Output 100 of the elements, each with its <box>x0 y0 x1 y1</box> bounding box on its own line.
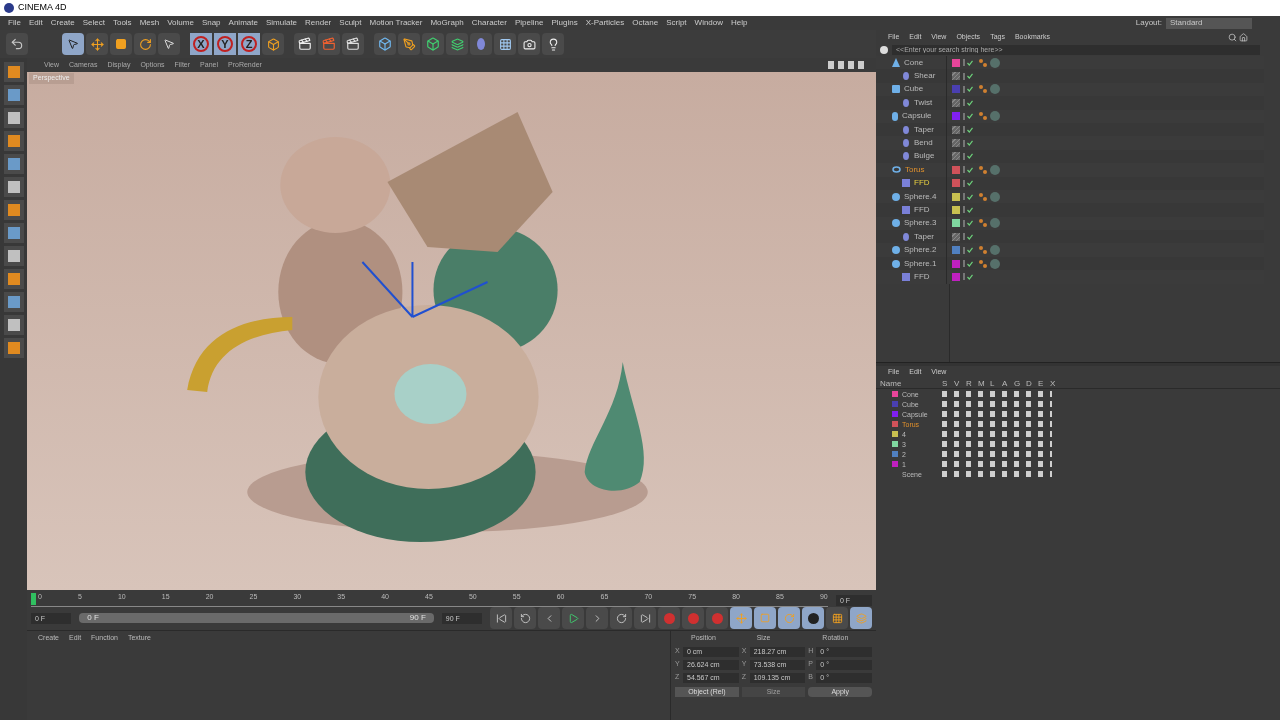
column-header[interactable]: A <box>1002 379 1014 388</box>
material-tag-icon[interactable] <box>990 57 1000 68</box>
scale-button[interactable] <box>110 33 132 55</box>
layer-swatch[interactable] <box>952 246 960 255</box>
axis-lock-button[interactable]: X <box>190 33 212 55</box>
layer-color[interactable] <box>892 451 898 457</box>
menu-item[interactable]: Snap <box>197 17 225 29</box>
object-name[interactable]: Sphere.4 <box>904 192 937 201</box>
selection-tool-button[interactable] <box>158 33 180 55</box>
layer-color[interactable] <box>892 401 898 407</box>
layer-color[interactable] <box>892 431 898 437</box>
step-back-button[interactable] <box>538 607 560 629</box>
cloner-button[interactable] <box>446 33 468 55</box>
autokey-button[interactable] <box>682 607 704 629</box>
grid-tool-button[interactable] <box>3 315 24 335</box>
layer-swatch[interactable] <box>952 179 960 188</box>
layer-swatch[interactable] <box>952 112 960 121</box>
object-name[interactable]: Cube <box>904 85 924 94</box>
object-name[interactable]: Sphere.1 <box>904 259 937 268</box>
live-selection-button[interactable] <box>62 33 84 55</box>
column-header[interactable]: D <box>1026 379 1038 388</box>
snap-tool-button[interactable] <box>3 269 24 289</box>
timeline-button[interactable] <box>850 607 872 629</box>
menu-item[interactable]: Sculpt <box>335 17 366 29</box>
object-name[interactable]: Taper <box>914 125 934 134</box>
no-layer-swatch[interactable] <box>952 232 960 241</box>
layout-dropdown[interactable]: Standard <box>1166 17 1252 29</box>
phong-tag-icon[interactable] <box>979 246 987 255</box>
undo-button[interactable] <box>6 33 28 55</box>
object-name[interactable]: Sphere.2 <box>904 246 937 255</box>
object-name[interactable]: Cone <box>904 58 924 67</box>
column-header[interactable]: X <box>1050 379 1062 388</box>
phong-tag-icon[interactable] <box>979 219 987 228</box>
layer-swatch[interactable] <box>952 219 960 228</box>
no-layer-swatch[interactable] <box>952 125 960 134</box>
texture-tool-button[interactable] <box>3 200 24 220</box>
object-name[interactable]: Taper <box>914 232 934 241</box>
material-tag-icon[interactable] <box>990 191 1000 202</box>
menu-item[interactable]: Simulate <box>261 17 302 29</box>
play-button[interactable] <box>562 607 584 629</box>
column-header[interactable]: R <box>966 379 978 388</box>
column-header[interactable]: Name <box>880 379 942 388</box>
layer-color[interactable] <box>892 461 898 467</box>
menu-item[interactable]: MoGraph <box>426 17 468 29</box>
material-tag-icon[interactable] <box>990 258 1000 269</box>
menu-item[interactable]: Motion Tracker <box>365 17 427 29</box>
clear-search-icon[interactable] <box>880 46 888 54</box>
menu-item[interactable]: Tools <box>108 17 136 29</box>
no-layer-swatch[interactable] <box>952 152 960 161</box>
object-name[interactable]: Sphere.3 <box>904 219 937 228</box>
menu-item[interactable]: Help <box>727 17 752 29</box>
layer-swatch[interactable] <box>952 259 960 268</box>
axis-tool-button[interactable] <box>3 223 24 243</box>
object-name[interactable]: FFD <box>914 206 930 214</box>
render-settings-button[interactable] <box>342 33 364 55</box>
menu-item[interactable]: Create <box>46 17 79 29</box>
cube-tool-button[interactable] <box>3 62 24 82</box>
phong-tag-icon[interactable] <box>979 58 987 67</box>
light-button[interactable] <box>542 33 564 55</box>
layer-color[interactable] <box>892 411 898 417</box>
search-icon[interactable] <box>1228 32 1237 42</box>
layer-swatch[interactable] <box>952 58 960 67</box>
key-parameter-button[interactable] <box>802 607 824 629</box>
layer-swatch[interactable] <box>952 85 960 94</box>
layer-swatch[interactable] <box>952 272 960 281</box>
weight-tool-button[interactable] <box>3 338 24 358</box>
camera-button[interactable] <box>518 33 540 55</box>
deformer-button[interactable] <box>470 33 492 55</box>
viewport-nav-icon[interactable] <box>828 61 864 69</box>
floor-button[interactable] <box>494 33 516 55</box>
object-name[interactable]: Torus <box>905 165 925 174</box>
step-forward-button[interactable] <box>586 607 608 629</box>
magnet-tool-button[interactable] <box>3 246 24 266</box>
subdivision-button[interactable] <box>422 33 444 55</box>
cube-button[interactable] <box>374 33 396 55</box>
object-name[interactable]: Capsule <box>902 112 932 121</box>
rotate-button[interactable] <box>134 33 156 55</box>
menu-item[interactable]: Window <box>690 17 728 29</box>
next-key-button[interactable] <box>610 607 632 629</box>
axis-lock-button[interactable]: Z <box>238 33 260 55</box>
menu-item[interactable]: Animate <box>224 17 262 29</box>
menu-item[interactable]: File <box>4 17 25 29</box>
key-rotation-button[interactable] <box>778 607 800 629</box>
menu-item[interactable]: Pipeline <box>510 17 548 29</box>
column-header[interactable]: M <box>978 379 990 388</box>
record-button[interactable] <box>658 607 680 629</box>
material-tag-icon[interactable] <box>990 245 1000 256</box>
menu-item[interactable]: Edit <box>24 17 47 29</box>
pen-button[interactable] <box>398 33 420 55</box>
no-layer-swatch[interactable] <box>952 98 960 107</box>
column-header[interactable]: S <box>942 379 954 388</box>
menu-item[interactable]: Octane <box>628 17 663 29</box>
model-tool-button[interactable] <box>3 177 24 197</box>
menu-item[interactable]: Script <box>662 17 691 29</box>
menu-item[interactable]: Character <box>467 17 511 29</box>
home-icon[interactable] <box>1239 32 1248 42</box>
layer-swatch[interactable] <box>952 192 960 201</box>
move-button[interactable] <box>86 33 108 55</box>
no-layer-swatch[interactable] <box>952 139 960 148</box>
previous-key-button[interactable] <box>514 607 536 629</box>
